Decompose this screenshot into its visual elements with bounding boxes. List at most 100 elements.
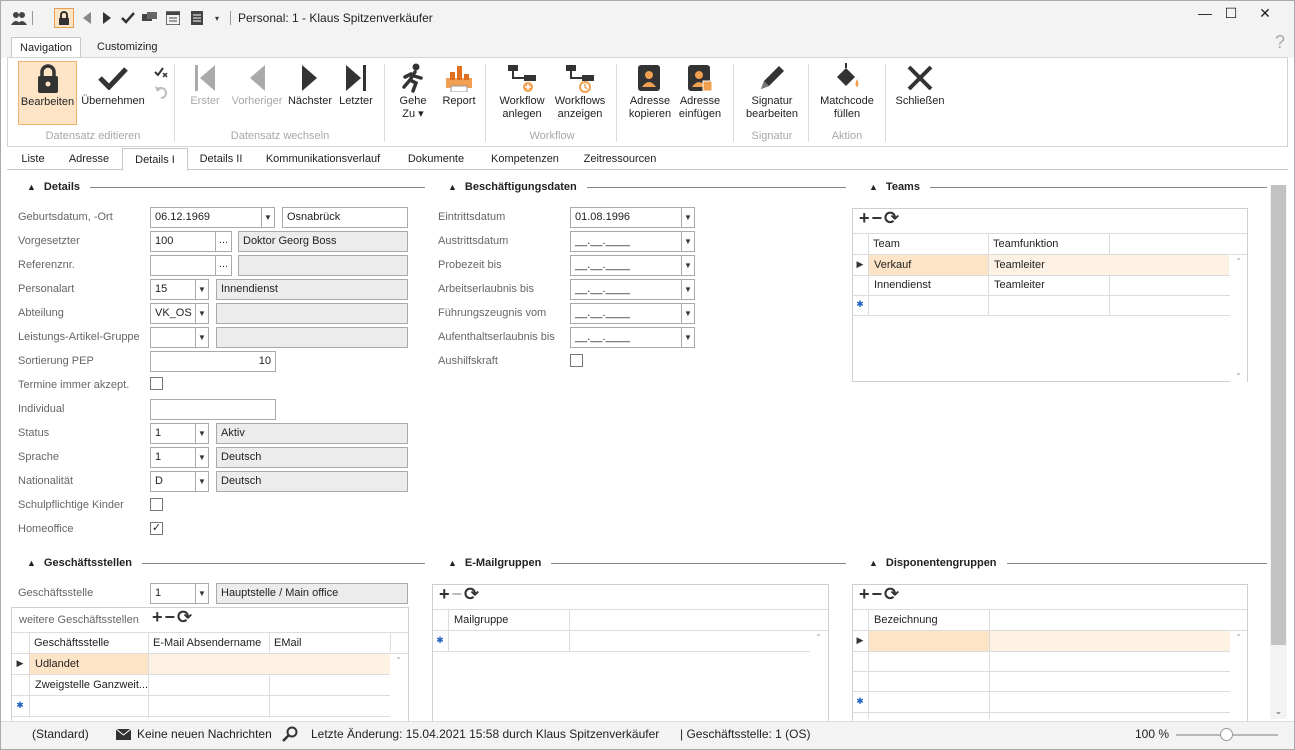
grid-scrollbar[interactable]: ⌃ ⌄ — [1230, 255, 1247, 382]
column-header[interactable]: Mailgruppe — [454, 614, 508, 626]
tab-navigation[interactable]: Navigation — [11, 37, 81, 58]
column-header[interactable]: Teamfunktion — [993, 238, 1058, 250]
main-scrollbar[interactable]: ⌄ — [1270, 185, 1287, 719]
refresh-icon[interactable]: ⟳ — [177, 607, 194, 627]
eintrittsdatum-field[interactable]: 01.08.1996 — [570, 207, 682, 228]
users-icon[interactable] — [11, 10, 27, 26]
next-icon[interactable] — [99, 10, 115, 26]
chevron-down-icon[interactable]: ▼ — [681, 255, 695, 276]
section-geschaeftsstellen[interactable]: ▲ Geschäftsstellen — [7, 556, 425, 570]
arbeitserlaubnis-field[interactable]: __.__.____ — [570, 279, 682, 300]
uebernehmen-button[interactable]: Übernehmen — [78, 61, 148, 108]
abteilung-field[interactable]: VK_OS — [150, 303, 196, 324]
kinder-checkbox[interactable] — [150, 498, 163, 511]
austrittsdatum-field[interactable]: __.__.____ — [570, 231, 682, 252]
tab-zeitressourcen[interactable]: Zeitressourcen — [573, 150, 667, 170]
chevron-down-icon[interactable]: ▼ — [681, 231, 695, 252]
section-disponentengruppen[interactable]: ▲ Disponentengruppen — [849, 556, 1267, 570]
table-cell[interactable] — [869, 631, 989, 651]
adresse-einfuegen-button[interactable]: Adresse einfügen — [676, 61, 724, 121]
chevron-down-icon[interactable]: ▾ — [209, 10, 225, 26]
supervisor-number-field[interactable]: 100 — [150, 231, 216, 252]
chevron-down-icon[interactable]: ▼ — [195, 471, 209, 492]
personalart-field[interactable]: 15 — [150, 279, 196, 300]
bearbeiten-button[interactable]: Bearbeiten — [18, 61, 77, 125]
geschaeftsstelle-field[interactable]: 1 — [150, 583, 196, 604]
remove-icon[interactable]: − — [872, 208, 885, 228]
chat-icon[interactable] — [142, 10, 158, 26]
lookup-button[interactable]: ... — [215, 255, 232, 276]
section-e-mailgruppen[interactable]: ▲ E-Mailgruppen — [428, 556, 846, 570]
column-header[interactable]: E-Mail Absendername — [153, 637, 261, 649]
grid-scrollbar[interactable]: ⌃ — [810, 631, 827, 721]
adresse-kopieren-button[interactable]: Adresse kopieren — [626, 61, 674, 121]
birthplace-field[interactable]: Osnabrück — [282, 207, 408, 228]
add-icon[interactable]: + — [859, 208, 872, 228]
tab-liste[interactable]: Liste — [13, 150, 53, 170]
column-header[interactable]: Geschäftsstelle — [34, 637, 109, 649]
chevron-down-icon[interactable]: ▼ — [681, 207, 695, 228]
column-header[interactable]: Bezeichnung — [874, 614, 938, 626]
table-cell[interactable] — [149, 654, 390, 674]
section-details[interactable]: ▲ Details — [7, 180, 425, 194]
column-header[interactable]: Team — [873, 238, 900, 250]
scrollbar-thumb[interactable] — [1271, 185, 1286, 645]
report-button[interactable]: Report — [438, 61, 480, 108]
workflow-anlegen-button[interactable]: Workflow anlegen — [496, 61, 548, 121]
minimize-button[interactable]: — — [1193, 3, 1217, 23]
table-cell[interactable]: Teamleiter — [989, 275, 1109, 295]
chevron-down-icon[interactable]: ▼ — [195, 327, 209, 348]
check-cancel-icon[interactable] — [153, 64, 169, 80]
scroll-down-icon[interactable]: ⌄ — [1270, 706, 1287, 717]
chevron-down-icon[interactable]: ▼ — [195, 423, 209, 444]
remove-icon[interactable]: − — [872, 584, 885, 604]
chevron-down-icon[interactable]: ▼ — [195, 279, 209, 300]
chevron-down-icon[interactable]: ▼ — [261, 207, 275, 228]
sortierung-pep-field[interactable]: 10 — [150, 351, 276, 372]
probezeit-field[interactable]: __.__.____ — [570, 255, 682, 276]
add-icon[interactable]: + — [439, 584, 452, 604]
letzter-button[interactable]: Letzter — [336, 61, 376, 108]
aufenthaltserlaubnis-field[interactable]: __.__.____ — [570, 327, 682, 348]
workflows-anzeigen-button[interactable]: Workflows anzeigen — [552, 61, 608, 121]
lookup-button[interactable]: ... — [215, 231, 232, 252]
maximize-button[interactable]: ☐ — [1219, 3, 1243, 23]
sprache-field[interactable]: 1 — [150, 447, 196, 468]
status-field[interactable]: 1 — [150, 423, 196, 444]
undo-icon[interactable] — [153, 84, 169, 100]
tab-kompetenzen[interactable]: Kompetenzen — [481, 150, 569, 170]
tab-kommunikationsverlauf[interactable]: Kommunikationsverlauf — [257, 150, 389, 170]
reference-number-field[interactable] — [150, 255, 216, 276]
add-icon[interactable]: + — [152, 607, 165, 627]
lock-icon[interactable] — [54, 8, 74, 28]
birthdate-field[interactable]: 06.12.1969 — [150, 207, 262, 228]
leistungs-artikel-gruppe-field[interactable] — [150, 327, 196, 348]
help-icon[interactable]: ? — [1275, 32, 1285, 53]
table-cell[interactable]: Zweigstelle Ganzweit... — [30, 675, 148, 695]
add-icon[interactable]: + — [859, 584, 872, 604]
chevron-down-icon[interactable]: ▼ — [195, 583, 209, 604]
chevron-down-icon[interactable]: ▼ — [681, 303, 695, 324]
refresh-icon[interactable]: ⟳ — [464, 584, 481, 604]
section-beschaeftigungsdaten[interactable]: ▲ Beschäftigungsdaten — [428, 180, 846, 194]
chevron-down-icon[interactable]: ▼ — [681, 327, 695, 348]
homeoffice-checkbox[interactable]: ✓ — [150, 522, 163, 535]
status-messages[interactable]: Keine neuen Nachrichten — [137, 727, 272, 741]
document-list-icon[interactable] — [189, 10, 205, 26]
chevron-down-icon[interactable]: ▼ — [195, 447, 209, 468]
section-teams[interactable]: ▲ Teams — [849, 180, 1267, 194]
table-cell[interactable]: Teamleiter — [989, 255, 1229, 275]
tab-adresse[interactable]: Adresse — [60, 150, 118, 170]
column-header[interactable]: EMail — [274, 637, 302, 649]
grid-scrollbar[interactable]: ⌃ — [1230, 631, 1247, 721]
tab-customizing[interactable]: Customizing — [89, 37, 166, 58]
chevron-down-icon[interactable]: ▼ — [195, 303, 209, 324]
fuehrungszeugnis-field[interactable]: __.__.____ — [570, 303, 682, 324]
tab-details-ii[interactable]: Details II — [190, 150, 252, 170]
refresh-icon[interactable]: ⟳ — [884, 208, 901, 228]
table-cell[interactable] — [990, 631, 1230, 651]
tab-dokumente[interactable]: Dokumente — [396, 150, 476, 170]
vorheriger-button[interactable]: Vorheriger — [228, 61, 286, 108]
check-icon[interactable] — [120, 10, 136, 26]
tab-details-i[interactable]: Details I — [122, 148, 188, 171]
